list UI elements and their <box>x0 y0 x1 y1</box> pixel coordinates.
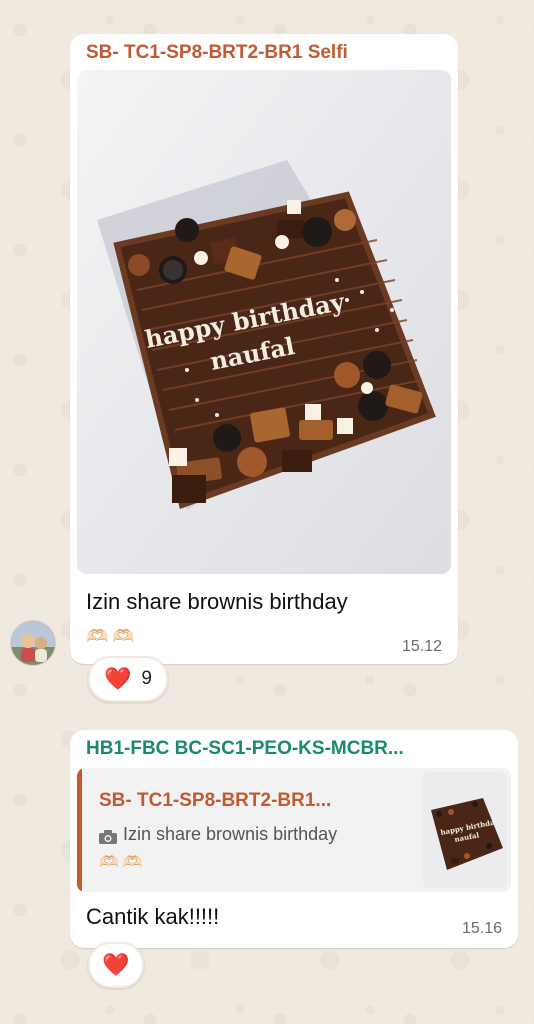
reaction-count: 9 <box>141 668 152 689</box>
message-time: 15.12 <box>401 638 442 655</box>
message-text: Cantik kak!!!!! <box>86 904 220 929</box>
message-bubble[interactable]: HB1-FBC BC-SC1-PEO-KS-MCBR... SB- TC1-SP… <box>70 730 518 948</box>
camera-icon <box>99 828 117 844</box>
quoted-text-row: Izin share brownis birthday <box>99 824 337 845</box>
quoted-text: Izin share brownis birthday <box>123 824 338 844</box>
quoted-sender: SB- TC1-SP8-BRT2-BR1... <box>99 790 332 811</box>
brownie-photo[interactable]: happy birthday naufal <box>77 70 451 574</box>
sender-name[interactable]: SB- TC1-SP8-BRT2-BR1 Selfi <box>86 42 446 64</box>
quoted-photo-thumbnail: happy birthday naufal <box>423 772 507 888</box>
message-bubble[interactable]: SB- TC1-SP8-BRT2-BR1 Selfi happy birthda… <box>70 34 458 664</box>
heart-icon: ❤️ <box>102 952 130 977</box>
sender-name[interactable]: HB1-FBC BC-SC1-PEO-KS-MCBR... <box>86 738 506 760</box>
heart-icon: ❤️ <box>104 666 132 691</box>
reaction-badge[interactable]: ❤️ 9 <box>88 656 168 702</box>
reaction-badge[interactable]: ❤️ <box>88 942 144 988</box>
message-text: Izin share brownis birthday <box>86 589 348 614</box>
emoji-hands: 🫶🏻🫶🏻 <box>86 626 139 646</box>
message-time: 15.16 <box>461 920 502 937</box>
quoted-emoji: 🫶🏻🫶🏻 <box>99 854 147 871</box>
sender-avatar[interactable] <box>10 620 56 666</box>
quote-bar <box>77 768 82 892</box>
quoted-message[interactable]: SB- TC1-SP8-BRT2-BR1... Izin share brown… <box>77 768 511 892</box>
